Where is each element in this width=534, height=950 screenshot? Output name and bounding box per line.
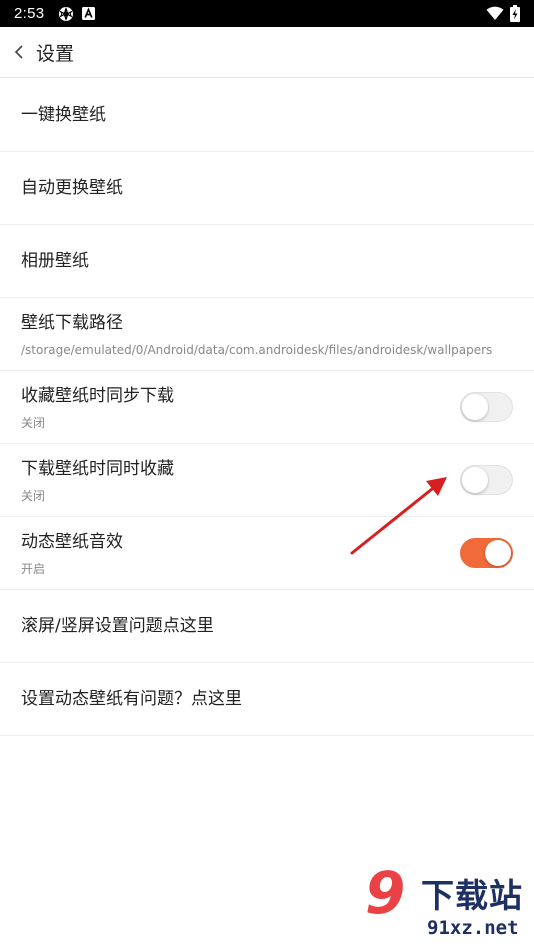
toggle-knob: [485, 540, 511, 566]
setting-sync-download-on-favorite[interactable]: 收藏壁纸时同步下载 关闭: [0, 371, 534, 444]
wifi-icon: [486, 6, 504, 21]
watermark-brand: 下载站: [421, 876, 523, 915]
setting-download-path[interactable]: 壁纸下载路径 /storage/emulated/0/Android/data/…: [0, 298, 534, 371]
app-header: 设置: [0, 27, 534, 78]
setting-status: 关闭: [21, 489, 46, 503]
setting-title: 一键换壁纸: [21, 105, 106, 125]
watermark-number: 9: [365, 859, 405, 927]
setting-favorite-on-download[interactable]: 下载壁纸时同时收藏 关闭: [0, 444, 534, 517]
battery-charging-icon: [510, 5, 520, 22]
setting-title: 设置动态壁纸有问题？点这里: [21, 689, 242, 709]
setting-title: 下载壁纸时同时收藏: [21, 459, 174, 479]
page-title: 设置: [36, 42, 75, 65]
toggle-knob: [462, 467, 488, 493]
setting-one-tap-wallpaper[interactable]: 一键换壁纸: [0, 79, 534, 152]
setting-title: 自动更换壁纸: [21, 178, 123, 198]
settings-list: 一键换壁纸 自动更换壁纸 相册壁纸 壁纸下载路径 /storage/emulat…: [0, 79, 534, 736]
setting-title: 滚屏/竖屏设置问题点这里: [21, 616, 214, 636]
download-path-value: /storage/emulated/0/Android/data/com.and…: [21, 343, 493, 357]
a-badge-icon: [82, 7, 96, 20]
setting-status: 关闭: [21, 416, 46, 430]
setting-live-wallpaper-help[interactable]: 设置动态壁纸有问题？点这里: [0, 663, 534, 736]
gear-icon: [59, 6, 74, 21]
setting-title: 相册壁纸: [21, 251, 89, 271]
favorite-on-download-toggle[interactable]: [460, 465, 513, 495]
sync-download-toggle[interactable]: [460, 392, 513, 422]
setting-title: 壁纸下载路径: [21, 313, 123, 333]
back-button[interactable]: [2, 27, 36, 78]
chevron-left-icon: [14, 45, 23, 59]
watermark-url: 91xz.net: [427, 917, 519, 939]
status-bar: 2:53: [0, 0, 534, 27]
live-wallpaper-sound-toggle[interactable]: [460, 538, 513, 568]
setting-live-wallpaper-sound[interactable]: 动态壁纸音效 开启: [0, 517, 534, 590]
setting-status: 开启: [21, 562, 46, 576]
setting-scroll-portrait-help[interactable]: 滚屏/竖屏设置问题点这里: [0, 590, 534, 663]
setting-title: 动态壁纸音效: [21, 532, 123, 552]
toggle-knob: [462, 394, 488, 420]
status-time: 2:53: [14, 5, 45, 22]
watermark-logo: 9 下载站 91xz.net: [359, 855, 534, 950]
setting-album-wallpaper[interactable]: 相册壁纸: [0, 225, 534, 298]
setting-auto-change-wallpaper[interactable]: 自动更换壁纸: [0, 152, 534, 225]
setting-title: 收藏壁纸时同步下载: [21, 386, 174, 406]
